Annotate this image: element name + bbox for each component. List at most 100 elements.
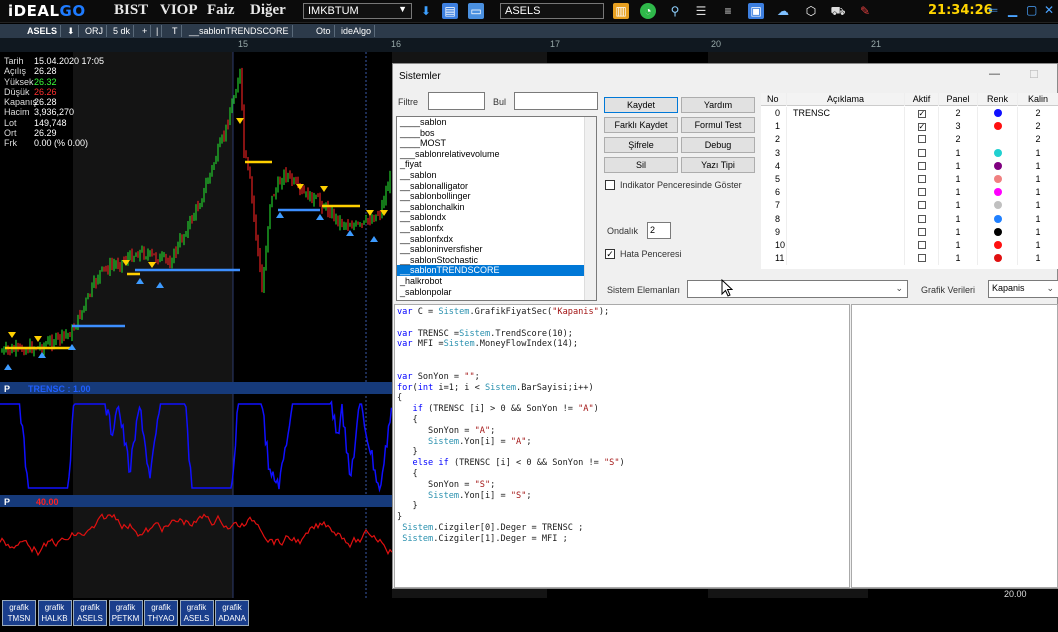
color-swatch[interactable] xyxy=(993,161,1002,170)
active-checkbox[interactable] xyxy=(917,227,926,236)
system-list-item[interactable]: __sablonfx xyxy=(397,223,596,234)
cube-icon[interactable]: ⬡ xyxy=(803,3,819,19)
debug-button[interactable]: Debug xyxy=(681,137,755,153)
system-list-item[interactable]: __sablonchalkin xyxy=(397,202,596,213)
menu-diger[interactable]: Diğer xyxy=(250,2,286,19)
search-icon[interactable]: ⚲ xyxy=(667,3,683,19)
system-list-item[interactable]: _fiyat xyxy=(397,159,596,170)
lines-grid[interactable]: No Açıklama Aktif Panel Renk Kalin 0 TRENSC ✓ 2 2 1… xyxy=(761,93,1058,269)
grid-row[interactable]: 11 1 1 xyxy=(761,252,1058,266)
grid-row[interactable]: 1 ✓ 3 2 xyxy=(761,120,1058,134)
market-select[interactable]: IMKBTUM ▼ xyxy=(303,3,412,19)
system-list-item[interactable]: __sablonStochastic xyxy=(397,255,596,266)
help-button[interactable]: Yardım xyxy=(681,97,755,113)
save-as-button[interactable]: Farklı Kaydet xyxy=(604,117,678,133)
chart-data-select[interactable]: Kapanis ⌄ xyxy=(988,280,1058,298)
chart-template-name[interactable]: __sablonTRENDSCORE xyxy=(186,25,293,37)
window-icon[interactable]: ▣ xyxy=(748,3,764,19)
symbol-input[interactable]: ASELS xyxy=(500,3,604,19)
grid-header-cell[interactable]: Kalin xyxy=(1018,93,1058,106)
grid-header-cell[interactable]: Panel xyxy=(939,93,978,107)
encrypt-button[interactable]: Şifrele xyxy=(604,137,678,153)
active-checkbox[interactable] xyxy=(917,148,926,157)
delete-button[interactable]: Sil xyxy=(604,157,678,173)
systems-list[interactable]: ____sablon ____bos ____MOST ___sablonrelati… xyxy=(396,116,597,301)
grid-row[interactable]: 8 1 1 xyxy=(761,212,1058,226)
error-window-checkbox[interactable]: ✓ xyxy=(605,249,615,259)
active-checkbox[interactable] xyxy=(917,254,926,263)
grid-header-cell[interactable]: Renk xyxy=(978,93,1018,107)
sliders-icon[interactable]: ≡ xyxy=(720,3,736,19)
chart-separator-button[interactable]: | xyxy=(153,25,163,37)
cart-icon[interactable]: ⛟ xyxy=(830,3,846,19)
system-list-item[interactable]: ____MOST xyxy=(397,138,596,149)
active-checkbox[interactable] xyxy=(917,175,926,183)
system-list-item[interactable]: ____bos xyxy=(397,128,596,139)
active-checkbox[interactable] xyxy=(917,188,926,197)
brush-icon[interactable]: ✎ xyxy=(857,3,873,19)
code-editor[interactable]: var C = Sistem.GrafikFiyatSec("Kapanis")… xyxy=(394,304,850,588)
chart-tab[interactable]: grafik THYAO xyxy=(144,600,178,626)
menu-bist[interactable]: BIST xyxy=(114,2,148,19)
active-checkbox[interactable] xyxy=(917,241,926,249)
menu-faiz[interactable]: Faiz xyxy=(207,2,235,19)
grid-row[interactable]: 4 1 1 xyxy=(761,159,1058,173)
grid-row[interactable]: 9 1 1 xyxy=(761,225,1058,239)
color-swatch[interactable] xyxy=(993,188,1002,197)
chart-down-icon[interactable]: ⬇ xyxy=(64,25,79,37)
grid-row[interactable]: 7 1 1 xyxy=(761,199,1058,213)
chart-tab[interactable]: grafik PETKM xyxy=(108,600,143,626)
monitor-icon[interactable]: ▭ xyxy=(468,3,484,19)
decimal-input[interactable]: 2 xyxy=(647,222,671,239)
minimize-icon[interactable]: ▁ xyxy=(1008,3,1017,17)
chart-tab[interactable]: grafik ADANA xyxy=(215,600,249,626)
systems-list-scrollbar[interactable] xyxy=(584,117,596,300)
active-checkbox[interactable]: ✓ xyxy=(917,110,926,118)
font-button[interactable]: Yazı Tipi xyxy=(681,157,755,173)
menu-viop[interactable]: VIOP xyxy=(160,2,198,19)
minimize-icon[interactable]: — xyxy=(989,68,1000,80)
indicator-window-checkbox[interactable] xyxy=(605,180,615,190)
cloud-icon[interactable]: ☁ xyxy=(775,3,791,19)
color-swatch[interactable] xyxy=(993,227,1002,236)
folder-icon[interactable]: ▥ xyxy=(613,3,629,19)
chart-orj-button[interactable]: ORJ xyxy=(82,25,107,37)
color-swatch[interactable] xyxy=(993,109,1002,117)
system-list-item[interactable]: __sablon xyxy=(397,170,596,181)
system-list-item[interactable]: ___sablonrelativevolume xyxy=(397,149,596,160)
chart-tab[interactable]: grafik HALKB xyxy=(37,600,72,626)
find-input[interactable] xyxy=(514,92,598,110)
close-icon[interactable]: ✕ xyxy=(1044,3,1054,17)
chart-tab[interactable]: grafik ASELS xyxy=(179,600,214,626)
back-icon[interactable]: ⇐ xyxy=(988,3,998,17)
system-list-item[interactable]: __sablonfxdx xyxy=(397,234,596,245)
system-list-item[interactable]: __sablonbollinger xyxy=(397,191,596,202)
grid-header-cell[interactable]: Açıklama xyxy=(787,93,905,107)
chart-tab[interactable]: grafik TMSN xyxy=(2,600,36,626)
color-swatch[interactable] xyxy=(993,175,1002,183)
document-icon[interactable]: ▤ xyxy=(442,3,458,19)
grid-row[interactable]: 5 1 1 xyxy=(761,173,1058,187)
system-list-item[interactable]: __sabloninversfisher xyxy=(397,244,596,255)
grid-row[interactable]: 0 TRENSC ✓ 2 2 xyxy=(761,107,1058,121)
color-swatch[interactable] xyxy=(993,201,1002,210)
color-swatch[interactable] xyxy=(993,254,1002,263)
system-list-item[interactable]: __sablonTRENDSCORE xyxy=(397,265,596,276)
grid-row[interactable]: 3 1 1 xyxy=(761,146,1058,160)
active-checkbox[interactable] xyxy=(917,201,926,210)
chart-add-button[interactable]: + xyxy=(139,25,152,37)
color-swatch[interactable] xyxy=(993,122,1002,131)
grid-row[interactable]: 10 1 1 xyxy=(761,239,1058,253)
color-swatch[interactable] xyxy=(993,214,1002,223)
system-list-item[interactable]: __sablonalligator xyxy=(397,181,596,192)
save-button[interactable]: Kaydet xyxy=(604,97,678,113)
active-checkbox[interactable] xyxy=(917,135,926,144)
active-checkbox[interactable]: ✓ xyxy=(917,123,926,132)
chart-symbol[interactable]: ASELS xyxy=(24,25,62,37)
chart-idealgo-button[interactable]: ideAlgo xyxy=(338,25,376,37)
restore-icon[interactable]: ▢ xyxy=(1026,3,1037,17)
grid-header-cell[interactable]: Aktif xyxy=(905,93,939,107)
maximize-icon[interactable]: ☐ xyxy=(1029,68,1039,81)
download-icon[interactable]: ⬇ xyxy=(418,3,434,19)
active-checkbox[interactable] xyxy=(917,161,926,170)
